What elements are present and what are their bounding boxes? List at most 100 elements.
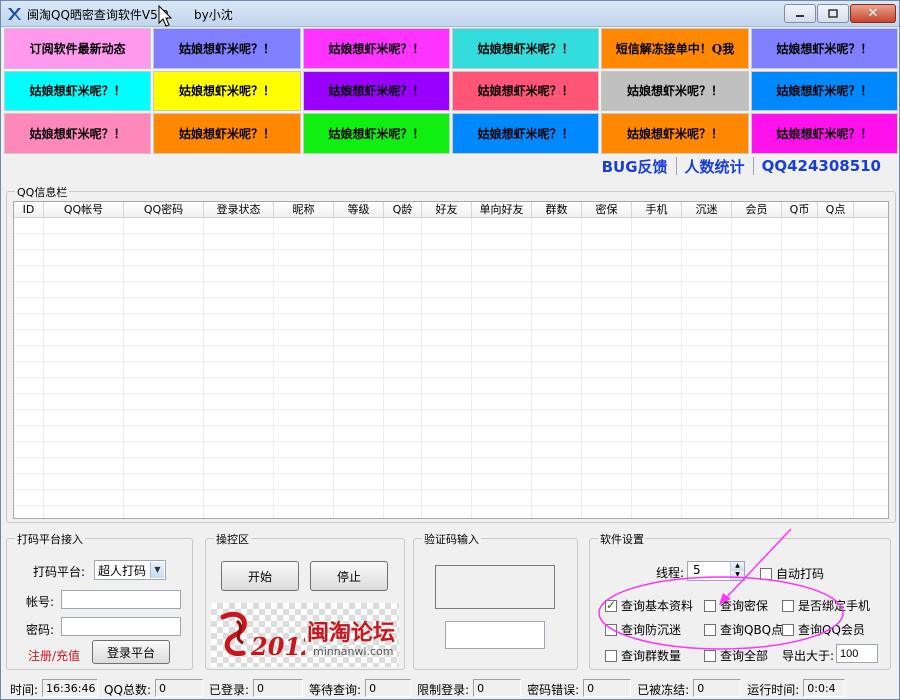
- column-header[interactable]: 单向好友: [472, 202, 532, 217]
- option-anti-addiction-checkbox[interactable]: 查询防沉迷: [605, 621, 681, 638]
- column-header[interactable]: QQ帐号: [44, 202, 124, 217]
- banner-cell[interactable]: 姑娘想虾米呢？！: [153, 28, 301, 69]
- column-header[interactable]: 等级: [334, 202, 384, 217]
- window-title: 闽淘QQ晒密查询软件V5.2: [27, 8, 170, 22]
- option-all-box[interactable]: [704, 649, 716, 662]
- account-input[interactable]: [61, 590, 181, 609]
- banner-cell[interactable]: 姑娘想虾米呢？！: [4, 113, 152, 154]
- stop-button[interactable]: 停止: [310, 561, 388, 591]
- option-all-checkbox[interactable]: 查询全部: [704, 647, 768, 664]
- banner-cell[interactable]: 姑娘想虾米呢？！: [601, 113, 749, 154]
- spin-down-icon[interactable]: ▼: [731, 571, 744, 580]
- status-logged-label: 已登录:: [208, 683, 250, 697]
- account-label: 帐号:: [26, 595, 55, 609]
- option-phone-checkbox[interactable]: 是否绑定手机: [782, 597, 870, 614]
- option-anti-addiction-box[interactable]: [605, 623, 617, 636]
- user-stats-link[interactable]: 人数统计: [677, 156, 753, 177]
- forum-logo-banner[interactable]: 2012 闽淘论坛 minnanwl.com: [211, 603, 399, 667]
- banner-cell[interactable]: 短信解冻接单中！Q我: [601, 28, 749, 69]
- column-header[interactable]: ID: [14, 202, 44, 217]
- ad-banner-grid: 订阅软件最新动态 姑娘想虾米呢？！ 姑娘想虾米呢？！ 姑娘想虾米呢？！ 短信解冻接单中！…: [4, 28, 898, 154]
- maximize-button[interactable]: [817, 4, 849, 23]
- password-label: 密码:: [26, 623, 55, 637]
- column-header[interactable]: 好友: [422, 202, 472, 217]
- option-vip-box[interactable]: [782, 623, 794, 636]
- close-button[interactable]: ✕: [850, 4, 896, 23]
- column-gridline: [782, 218, 818, 518]
- column-gridline: [14, 218, 44, 518]
- column-header[interactable]: 密保: [582, 202, 632, 217]
- software-settings-panel: 软件设置 线程: 5 ▲ ▼ 自动打码 查询基本资料 查询密保 是否绑定手机: [589, 531, 891, 670]
- start-button[interactable]: 开始: [221, 561, 299, 591]
- password-input[interactable]: [61, 617, 181, 636]
- banner-cell[interactable]: 姑娘想虾米呢？！: [750, 28, 898, 69]
- threads-value: 5: [693, 563, 701, 577]
- platform-select[interactable]: 超人打码 ▼: [94, 560, 166, 580]
- table-header: ID QQ帐号 QQ密码 登录状态 昵称 等级 Q龄 好友 单向好友 群数 密保 手机 沉迷 会员 Q币 Q点: [14, 202, 888, 218]
- auto-captcha-box[interactable]: [760, 567, 772, 580]
- banner-cell[interactable]: 姑娘想虾米呢？！: [750, 70, 898, 112]
- captcha-input[interactable]: [445, 621, 545, 649]
- banner-cell[interactable]: 姑娘想虾米呢？！: [451, 113, 600, 154]
- option-basic-info-checkbox[interactable]: 查询基本资料: [605, 597, 693, 614]
- option-security-checkbox[interactable]: 查询密保: [704, 597, 768, 614]
- minimize-button[interactable]: [784, 4, 816, 23]
- threads-spinner[interactable]: 5 ▲ ▼: [687, 561, 745, 581]
- auto-captcha-checkbox[interactable]: 自动打码: [760, 565, 824, 582]
- column-header[interactable]: Q点: [818, 202, 854, 217]
- status-runtime-label: 运行时间:: [747, 683, 800, 697]
- qq-info-table[interactable]: ID QQ帐号 QQ密码 登录状态 昵称 等级 Q龄 好友 单向好友 群数 密保 手机 沉迷 会员 Q币 Q点: [13, 201, 889, 519]
- status-waiting-label: 等待查询:: [309, 683, 362, 697]
- option-security-box[interactable]: [704, 599, 716, 612]
- qq-contact-link[interactable]: QQ424308510: [754, 157, 889, 175]
- option-qb-checkbox[interactable]: 查询QBQ点: [704, 621, 783, 638]
- banner-cell[interactable]: 姑娘想虾米呢？！: [750, 113, 898, 154]
- column-header[interactable]: 手机: [632, 202, 682, 217]
- column-header[interactable]: 沉迷: [682, 202, 732, 217]
- app-window: 闽淘QQ晒密查询软件V5.2 by小沈 ✕ 订阅软件最新动态 姑娘想虾米呢？！ 姑娘…: [0, 0, 900, 700]
- status-total-value: 0: [154, 679, 203, 697]
- banner-cell[interactable]: 订阅软件最新动态: [4, 28, 152, 69]
- banner-cell[interactable]: 姑娘想虾米呢？！: [302, 70, 450, 112]
- column-header[interactable]: Q龄: [384, 202, 422, 217]
- export-threshold-input[interactable]: [836, 644, 878, 663]
- column-gridline: [422, 218, 472, 518]
- captcha-image[interactable]: [435, 565, 555, 609]
- status-limited-label: 限制登录:: [417, 683, 470, 697]
- column-header[interactable]: 登录状态: [204, 202, 274, 217]
- column-gridline: [818, 218, 854, 518]
- column-header[interactable]: 群数: [532, 202, 582, 217]
- login-platform-button[interactable]: 登录平台: [92, 640, 170, 664]
- option-groups-box[interactable]: [605, 649, 617, 662]
- option-vip-checkbox[interactable]: 查询QQ会员: [782, 621, 865, 638]
- option-groups-label: 查询群数量: [621, 649, 682, 663]
- option-anti-addiction-label: 查询防沉迷: [621, 623, 682, 637]
- option-basic-info-box[interactable]: [605, 598, 617, 612]
- banner-cell[interactable]: 姑娘想虾米呢？！: [153, 70, 301, 112]
- threads-spinner-buttons[interactable]: ▲ ▼: [730, 562, 744, 580]
- banner-cell[interactable]: 姑娘想虾米呢？！: [601, 70, 749, 112]
- bug-feedback-link[interactable]: BUG反馈: [594, 156, 676, 177]
- banner-cell[interactable]: 姑娘想虾米呢？！: [302, 28, 450, 69]
- option-phone-box[interactable]: [782, 599, 794, 612]
- banner-cell[interactable]: 姑娘想虾米呢？！: [4, 70, 152, 112]
- spin-up-icon[interactable]: ▲: [731, 562, 744, 571]
- banner-cell[interactable]: 姑娘想虾米呢？！: [302, 113, 450, 154]
- app-logo-icon: [8, 8, 21, 20]
- status-bar: 时间: 16:36:46 QQ总数: 0 已登录: 0 等待查询: 0 限制登录…: [4, 679, 898, 699]
- maximize-icon: [828, 8, 838, 18]
- threads-label: 线程:: [656, 566, 685, 580]
- title-bar[interactable]: 闽淘QQ晒密查询软件V5.2 by小沈 ✕: [1, 1, 899, 27]
- captcha-input-panel: 验证码输入: [413, 531, 578, 670]
- banner-cell[interactable]: 姑娘想虾米呢？！: [451, 70, 600, 112]
- column-header[interactable]: 昵称: [274, 202, 334, 217]
- register-recharge-link[interactable]: 注册/充值: [28, 647, 80, 664]
- banner-cell[interactable]: 姑娘想虾米呢？！: [451, 28, 600, 69]
- captcha-input-title: 验证码输入: [422, 531, 481, 547]
- option-qb-box[interactable]: [704, 623, 716, 636]
- option-groups-checkbox[interactable]: 查询群数量: [605, 647, 681, 664]
- column-header[interactable]: Q币: [782, 202, 818, 217]
- banner-cell[interactable]: 姑娘想虾米呢？！: [153, 113, 301, 154]
- column-header[interactable]: 会员: [732, 202, 782, 217]
- column-header[interactable]: QQ密码: [124, 202, 204, 217]
